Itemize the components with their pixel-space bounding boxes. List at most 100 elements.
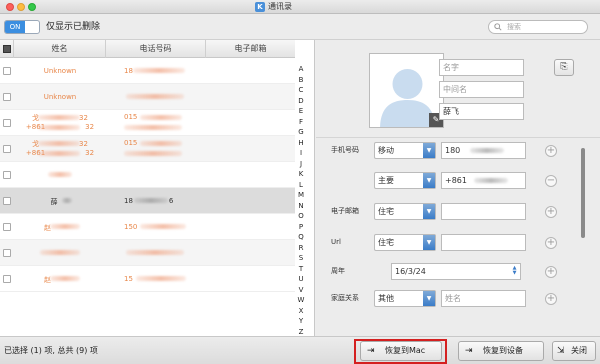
index-letter[interactable]: J — [295, 159, 307, 170]
add-relation-button[interactable]: + — [545, 293, 557, 305]
index-letter[interactable]: I — [295, 148, 307, 159]
close-label: 关闭 — [571, 346, 587, 355]
remove-phone-button[interactable]: − — [545, 175, 557, 187]
select-all-checkbox[interactable] — [3, 45, 11, 53]
middle-name-field[interactable] — [439, 81, 524, 98]
index-letter[interactable]: A — [295, 64, 307, 75]
index-letter[interactable]: T — [295, 264, 307, 275]
detail-scrollbar[interactable] — [581, 148, 585, 238]
email-type-select[interactable]: 住宅 ▼ — [374, 203, 436, 220]
row-checkbox[interactable] — [3, 249, 11, 257]
table-row[interactable]: Unknown — [0, 84, 295, 110]
select-all-column[interactable] — [0, 40, 14, 58]
add-email-button[interactable]: + — [545, 206, 557, 218]
index-letter[interactable]: W — [295, 295, 307, 306]
index-letter[interactable]: K — [295, 169, 307, 180]
table-header: 姓名 电话号码 电子邮箱 — [0, 40, 295, 58]
index-letter[interactable]: Y — [295, 316, 307, 327]
redacted-phone — [126, 94, 184, 99]
phone1-type-select[interactable]: 移动 ▼ — [374, 142, 436, 159]
anniversary-date-field[interactable]: 16/3/24 ▲ ▼ — [391, 263, 521, 280]
index-letter[interactable]: V — [295, 285, 307, 296]
restore-to-mac-button[interactable]: ⇥ 恢复到Mac — [360, 341, 442, 361]
relation-type-select[interactable]: 其他 ▼ — [374, 290, 436, 307]
last-name-field[interactable] — [439, 103, 524, 120]
row-checkbox[interactable] — [3, 119, 11, 127]
contact-name: Unknown — [43, 93, 77, 101]
redacted-phone — [126, 250, 184, 255]
index-letter[interactable]: M — [295, 190, 307, 201]
row-checkbox[interactable] — [3, 171, 11, 179]
contact-avatar[interactable]: ✎ — [369, 53, 444, 128]
add-date-button[interactable]: + — [545, 266, 557, 278]
index-letter[interactable]: N — [295, 201, 307, 212]
row-checkbox[interactable] — [3, 145, 11, 153]
index-letter[interactable]: B — [295, 75, 307, 86]
index-letter[interactable]: P — [295, 222, 307, 233]
table-row[interactable]: 戈 32 +861 32 015 — [0, 110, 295, 136]
redacted-phone — [124, 125, 182, 130]
contact-phone: 18 — [124, 67, 133, 75]
add-url-button[interactable]: + — [545, 237, 557, 249]
index-letter[interactable]: H — [295, 138, 307, 149]
close-button[interactable]: ⇲ 关闭 — [552, 341, 596, 361]
search-box[interactable] — [488, 20, 588, 34]
phone2-field[interactable]: +861 — [441, 172, 526, 189]
add-phone-button[interactable]: + — [545, 145, 557, 157]
column-header-phone[interactable]: 电话号码 — [106, 40, 206, 58]
email-type-value: 住宅 — [378, 207, 394, 216]
date-stepper-icon[interactable]: ▲ ▼ — [511, 266, 518, 277]
row-checkbox[interactable] — [3, 197, 11, 205]
relation-name-field[interactable] — [441, 290, 526, 307]
phone2-type-select[interactable]: 主要 ▼ — [374, 172, 436, 189]
restore-to-device-button[interactable]: ⇥ 恢复到设备 — [458, 341, 544, 361]
maximize-window-button[interactable] — [28, 3, 36, 11]
row-checkbox[interactable] — [3, 67, 11, 75]
url-type-select[interactable]: 住宅 ▼ — [374, 234, 436, 251]
email-field[interactable] — [441, 203, 526, 220]
index-letter[interactable]: C — [295, 85, 307, 96]
table-row[interactable]: 赵 15 — [0, 266, 295, 292]
index-letter[interactable]: Q — [295, 232, 307, 243]
table-row-selected[interactable]: 薛 18 6 — [0, 188, 295, 214]
index-letter[interactable]: Z — [295, 327, 307, 337]
column-header-name[interactable]: 姓名 — [14, 40, 106, 58]
restore-device-icon: ⇥ — [465, 346, 473, 356]
url-field[interactable] — [441, 234, 526, 251]
export-contact-button[interactable]: ⎘ — [554, 59, 574, 76]
show-deleted-toggle[interactable]: ON — [4, 20, 40, 34]
index-letter[interactable]: F — [295, 117, 307, 128]
index-letter[interactable]: E — [295, 106, 307, 117]
first-name-field[interactable] — [439, 59, 524, 76]
index-letter[interactable]: U — [295, 274, 307, 285]
url-type-value: 住宅 — [378, 238, 394, 247]
index-letter[interactable]: X — [295, 306, 307, 317]
phone1-field[interactable]: 180 — [441, 142, 526, 159]
app-icon: K — [255, 2, 265, 12]
table-row[interactable]: Unknown 18 — [0, 58, 295, 84]
close-window-button[interactable] — [6, 3, 14, 11]
row-checkbox[interactable] — [3, 275, 11, 283]
row-checkbox[interactable] — [3, 223, 11, 231]
contact-list-panel: 姓名 电话号码 电子邮箱 Unknown 18 Unknown 戈 32 +861… — [0, 40, 315, 336]
anniversary-value: 16/3/24 — [395, 267, 426, 276]
table-row[interactable]: 戈 32 +861 32 015 — [0, 136, 295, 162]
redacted-phone — [136, 276, 186, 281]
restore-to-device-label: 恢复到设备 — [483, 346, 523, 355]
index-letter[interactable]: O — [295, 211, 307, 222]
redacted-name — [38, 151, 80, 156]
redacted-phone — [140, 141, 182, 146]
index-letter[interactable]: D — [295, 96, 307, 107]
table-row[interactable] — [0, 162, 295, 188]
index-letter[interactable]: G — [295, 127, 307, 138]
minimize-window-button[interactable] — [17, 3, 25, 11]
search-input[interactable] — [507, 21, 585, 33]
table-row[interactable]: 赵 150 — [0, 214, 295, 240]
phone2-value: +861 — [445, 176, 467, 185]
column-header-email[interactable]: 电子邮箱 — [206, 40, 295, 58]
index-letter[interactable]: L — [295, 180, 307, 191]
row-checkbox[interactable] — [3, 93, 11, 101]
index-letter[interactable]: R — [295, 243, 307, 254]
index-letter[interactable]: S — [295, 253, 307, 264]
table-row[interactable] — [0, 240, 295, 266]
